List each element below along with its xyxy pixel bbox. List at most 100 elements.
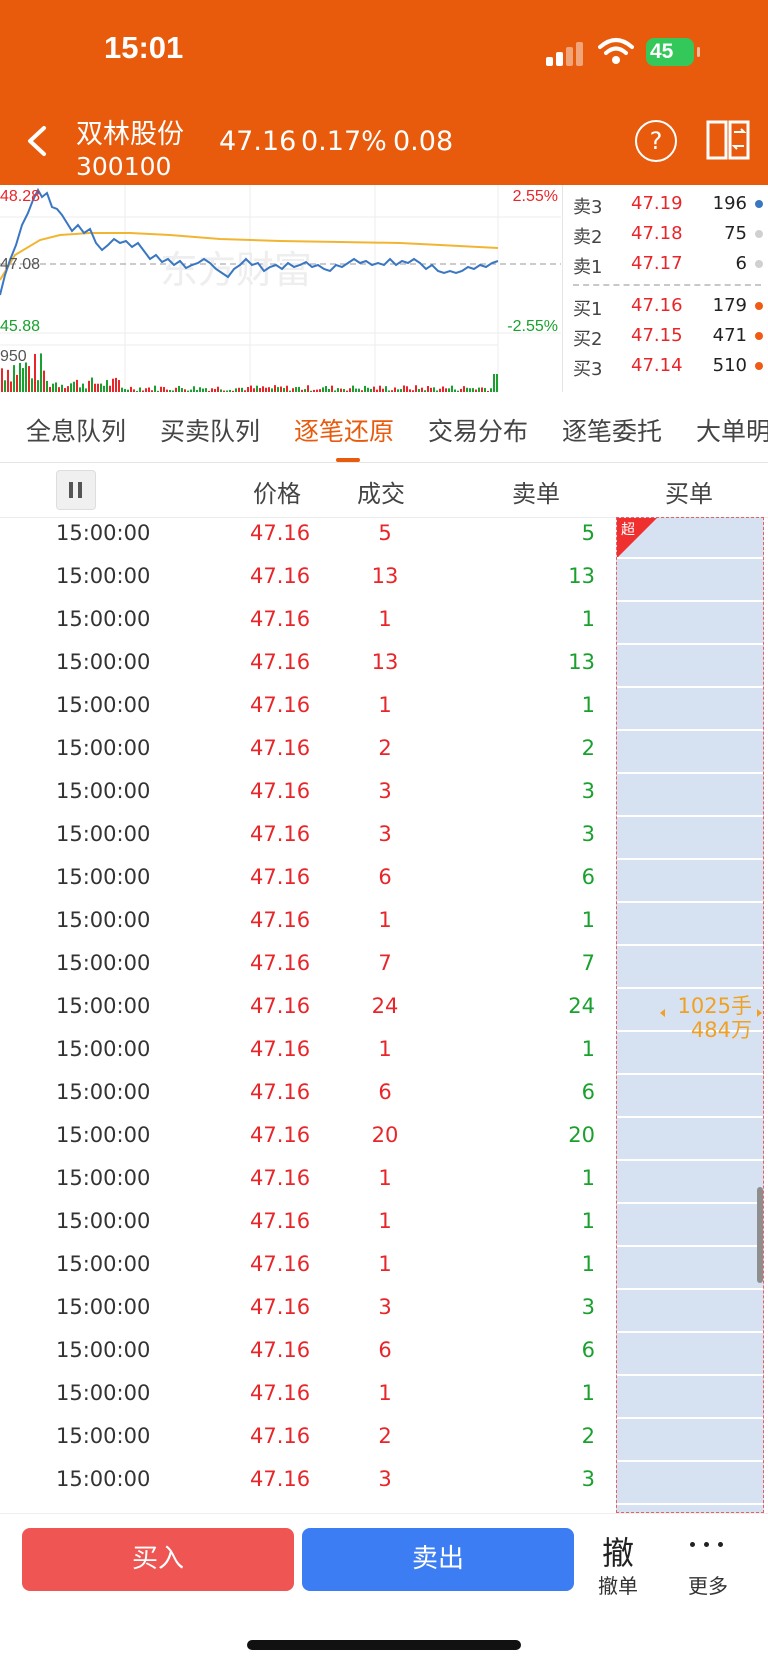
tick-row: 15:00:0047.1633 — [0, 1502, 615, 1513]
tick-sell: 1 — [581, 693, 595, 717]
volume-bar — [88, 380, 90, 392]
volume-bar — [100, 383, 102, 392]
switch-layout-icon[interactable] — [706, 118, 750, 162]
mini-chart[interactable]: 东方财富 48.28 47.08 45.88 2.55% -2.55% 950 — [0, 185, 561, 393]
chevron-left-icon[interactable] — [22, 118, 52, 164]
order-book-dot — [755, 302, 763, 310]
order-book-row[interactable]: 买1 47.16 179 — [573, 291, 763, 321]
scrollbar[interactable] — [757, 1187, 763, 1283]
tick-volume: 3 — [378, 779, 392, 803]
buy-column-divider — [617, 987, 763, 989]
tab-big-orders[interactable]: 大单明 — [696, 412, 768, 448]
cancel-order-label[interactable]: 撤单 — [590, 1570, 646, 1599]
tick-volume: 24 — [371, 994, 399, 1018]
chart-volume-label: 950 — [0, 348, 27, 365]
order-book-row[interactable]: 买3 47.14 510 — [573, 351, 763, 381]
header-price: 价格 — [253, 480, 301, 508]
cancel-order-icon[interactable]: 撤 — [596, 1528, 640, 1574]
tick-time: 15:00:00 — [56, 521, 151, 545]
tick-volume: 5 — [378, 521, 392, 545]
order-book-row[interactable]: 卖3 47.19 196 — [573, 189, 763, 219]
tick-price: 47.16 — [250, 521, 311, 545]
chart-mid-label: 47.08 — [0, 256, 40, 273]
pause-icon[interactable] — [56, 470, 96, 510]
volume-bar — [13, 365, 15, 392]
buy-column-divider — [617, 1073, 763, 1075]
order-book-row[interactable]: 卖1 47.17 6 — [573, 249, 763, 279]
buy-column-divider — [617, 1503, 763, 1505]
buy-column-divider — [617, 901, 763, 903]
tab-tick-restore[interactable]: 逐笔还原 — [294, 412, 394, 448]
tick-price: 47.16 — [250, 779, 311, 803]
chart-low-label: 45.88 — [0, 318, 40, 335]
tick-row: 15:00:00 47.16 1 1 — [0, 599, 615, 642]
signal-icon — [546, 40, 586, 66]
buy-column-divider — [617, 772, 763, 774]
order-book-level: 卖3 — [573, 197, 603, 218]
tick-row: 15:00:00 47.16 1 1 — [0, 1373, 615, 1416]
buy-column-divider — [617, 729, 763, 731]
tick-price: 47.16 — [250, 693, 311, 717]
sell-button[interactable]: 卖出 — [302, 1528, 574, 1591]
volume-bar — [61, 384, 63, 392]
status-time: 15:01 — [104, 30, 184, 65]
volume-bar — [415, 385, 417, 392]
stock-name: 双林股份 — [76, 119, 184, 150]
buy-button[interactable]: 买入 — [22, 1528, 294, 1591]
tick-row: 15:00:00 47.16 1 1 — [0, 1029, 615, 1072]
tick-row: 15:00:00 47.16 1 1 — [0, 1158, 615, 1201]
battery-level: 45 — [650, 40, 674, 63]
volume-bar — [40, 353, 42, 392]
tick-sell: 6 — [581, 865, 595, 889]
tick-time: 15:00:00 — [56, 1080, 151, 1104]
order-book-row[interactable]: 卖2 47.18 75 — [573, 219, 763, 249]
tick-price: 47.16 — [250, 865, 311, 889]
tick-volume: 1 — [378, 1166, 392, 1190]
volume-bar — [94, 383, 96, 392]
tick-row: 15:00:0047.1633 — [0, 771, 615, 814]
volume-bar — [307, 385, 309, 392]
tick-row: 15:00:00 47.16 1 1 — [0, 1201, 615, 1244]
volume-bar — [22, 368, 24, 392]
tick-volume: 13 — [371, 564, 399, 588]
tick-sell: 1 — [581, 1209, 595, 1233]
tick-sell: 3 — [581, 1467, 595, 1491]
tab-bid-ask-queue[interactable]: 买卖队列 — [160, 412, 260, 448]
tick-volume: 7 — [378, 951, 392, 975]
buy-column-divider — [617, 1417, 763, 1419]
volume-bar — [31, 378, 33, 392]
buy-column-divider — [617, 643, 763, 645]
more-dots-icon[interactable] — [690, 1534, 724, 1554]
tick-row: 15:00:00 47.16 2 2 — [0, 728, 615, 771]
buy-column-divider — [617, 1245, 763, 1247]
help-icon[interactable]: ? — [635, 120, 677, 162]
tick-time: 15:00:00 — [56, 1123, 151, 1147]
header-sell: 卖单 — [512, 480, 560, 508]
tick-sell: 5 — [581, 521, 595, 545]
stock-change-amount: 0.08 — [393, 126, 454, 157]
tick-sell: 1 — [581, 1037, 595, 1061]
volume-bar — [106, 380, 108, 392]
tab-tick-orders[interactable]: 逐笔委托 — [562, 412, 662, 448]
buy-column-divider — [617, 1202, 763, 1204]
order-book[interactable]: 卖3 47.19 196 卖2 47.18 75 卖1 47.17 6 买1 47.16 179 买2 4… — [562, 185, 768, 392]
tick-price: 47.16 — [250, 564, 311, 588]
order-book-dot — [755, 332, 763, 340]
header-buy: 买单 — [665, 480, 713, 508]
tick-row: 15:00:00 47.16 24 24 — [0, 986, 615, 1029]
tick-price: 47.16 — [250, 1209, 311, 1233]
tick-time: 15:00:00 — [56, 779, 151, 803]
tick-list[interactable]: 15:00:00 47.16 5 5 15:00:00 47.16 13 13 15:00:00… — [0, 513, 615, 1513]
tab-trade-distribution[interactable]: 交易分布 — [428, 412, 528, 448]
tick-price: 47.16 — [250, 994, 311, 1018]
tab-full-queue[interactable]: 全息队列 — [26, 412, 126, 448]
tick-price: 47.16 — [250, 1080, 311, 1104]
volume-bar — [10, 381, 12, 392]
tick-price: 47.16 — [250, 822, 311, 846]
order-book-row[interactable]: 买2 47.15 471 — [573, 321, 763, 351]
tick-row: 15:00:00 47.16 1 1 — [0, 685, 615, 728]
home-indicator — [247, 1640, 521, 1650]
stock-change-percent: 0.17% — [301, 126, 387, 157]
more-label[interactable]: 更多 — [680, 1570, 736, 1599]
tick-row: 15:00:00 47.16 13 13 — [0, 556, 615, 599]
